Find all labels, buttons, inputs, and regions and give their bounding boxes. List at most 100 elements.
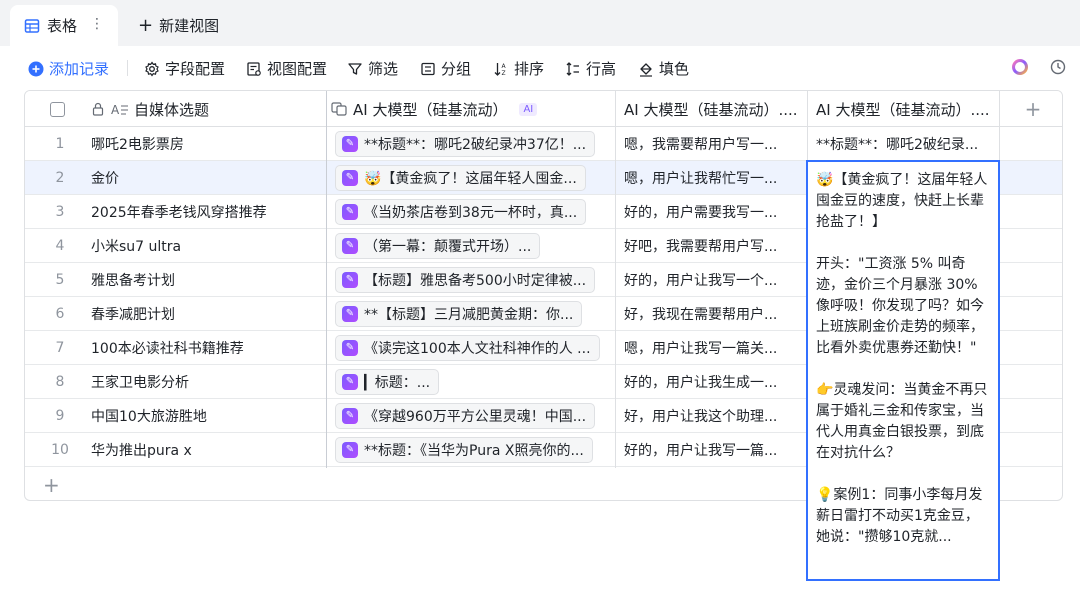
row-number: 4 bbox=[55, 237, 65, 254]
ai-result-chip[interactable]: ✎ **标题：《当华为Pura X照亮你的... bbox=[335, 436, 593, 463]
cell-ai-1[interactable]: ✎ 《读完这100本人文社科神作的人 ... bbox=[335, 331, 610, 364]
cell-ai-1[interactable]: ✎ **标题：《当华为Pura X照亮你的... bbox=[335, 433, 610, 466]
field-config-button[interactable]: 字段配置 bbox=[144, 58, 225, 79]
cell-ai-1[interactable]: ✎ （第一幕：颠覆式开场）... bbox=[335, 229, 610, 262]
cell-ai-2[interactable]: 嗯，用户让我帮忙写一... bbox=[624, 161, 802, 194]
text-field-icon: A bbox=[111, 103, 128, 116]
view-config-button[interactable]: 视图配置 bbox=[246, 58, 327, 79]
row-number: 7 bbox=[55, 339, 65, 356]
cell-ai-1[interactable]: ✎ 《穿越960万平方公里灵魂！中国... bbox=[335, 399, 610, 432]
ai-result-chip[interactable]: ✎ 🤯【黄金疯了！这届年轻人囤金... bbox=[335, 164, 586, 191]
column-header-ai-2[interactable]: AI 大模型（硅基流动）.... bbox=[624, 91, 804, 127]
column-header-ai-1[interactable]: AI 大模型（硅基流动） AI bbox=[331, 91, 615, 127]
ai-result-chip[interactable]: ✎ ▎标题：... bbox=[335, 368, 440, 395]
ai-generate-icon: ✎ bbox=[342, 203, 358, 220]
ai-generate-icon: ✎ bbox=[342, 271, 358, 288]
cell-ai-2[interactable]: 好的，用户让我写一篇... bbox=[624, 433, 802, 466]
add-record-button[interactable]: 添加记录 bbox=[28, 58, 109, 79]
cell-topic[interactable]: 雅思备考计划 bbox=[91, 263, 321, 296]
history-icon[interactable] bbox=[1049, 58, 1067, 76]
cell-topic[interactable]: 金价 bbox=[91, 161, 321, 194]
cell-topic[interactable]: 小米su7 ultra bbox=[91, 229, 321, 262]
cell-topic[interactable]: 华为推出pura x bbox=[91, 433, 321, 466]
ai-result-chip[interactable]: ✎ 《穿越960万平方公里灵魂！中国... bbox=[335, 402, 596, 429]
cell-ai-2[interactable]: 嗯，用户让我写一篇关... bbox=[624, 331, 802, 364]
cell-ai-3[interactable]: **标题**：哪吒2破纪录... bbox=[816, 127, 996, 160]
add-record-label: 添加记录 bbox=[49, 60, 110, 78]
cell-topic[interactable]: 中国10大旅游胜地 bbox=[91, 399, 321, 432]
row-height-icon bbox=[566, 61, 579, 76]
ai-generate-icon: ✎ bbox=[342, 237, 358, 254]
lock-icon bbox=[92, 102, 104, 116]
ai-result-text: 《读完这100本人文社科神作的人 ... bbox=[364, 340, 591, 357]
tab-table-view[interactable]: 表格 ⋮ bbox=[10, 5, 118, 46]
cell-ai-1[interactable]: ✎ 【标题】雅思备考500小时定律被... bbox=[335, 263, 610, 296]
expanded-cell-editor[interactable]: 🤯【黄金疯了！这届年轻人囤金豆的速度，快赶上长辈抢盐了！】 开头："工资涨 5%… bbox=[806, 160, 1000, 581]
cell-ai-1[interactable]: ✎ 《当奶茶店卷到38元一杯时，真... bbox=[335, 195, 610, 228]
tab-label: 表格 bbox=[47, 17, 78, 35]
ai-assistant-icon[interactable] bbox=[1011, 58, 1029, 76]
cell-topic[interactable]: 2025年春季老钱风穿搭推荐 bbox=[91, 195, 321, 228]
ai-result-text: **标题：《当华为Pura X照亮你的... bbox=[364, 442, 584, 459]
expanded-cell-paragraph: 开头："工资涨 5% 叫奇迹，金价三个月暴涨 30% 像呼吸！你发现了吗？如今上… bbox=[816, 256, 984, 356]
ai-result-text: ▎标题：... bbox=[364, 374, 431, 391]
sort-button[interactable]: A Z 排序 bbox=[493, 58, 544, 79]
cell-ai-2[interactable]: 嗯，我需要帮用户写一... bbox=[624, 127, 802, 160]
cell-ai-2[interactable]: 好的，用户让我生成一... bbox=[624, 365, 802, 398]
group-label: 分组 bbox=[441, 60, 472, 78]
svg-text:A: A bbox=[111, 103, 120, 116]
ai-result-chip[interactable]: ✎ 《读完这100本人文社科神作的人 ... bbox=[335, 334, 600, 361]
column-title: AI 大模型（硅基流动）.... bbox=[624, 100, 798, 119]
ai-result-text: **标题**：哪吒2破纪录冲37亿！... bbox=[364, 136, 587, 153]
field-config-label: 字段配置 bbox=[165, 60, 226, 78]
column-header-ai-3[interactable]: AI 大模型（硅基流动）.... bbox=[816, 91, 996, 127]
select-all-checkbox[interactable] bbox=[50, 91, 70, 127]
row-number: 8 bbox=[55, 373, 65, 390]
toolbar-divider bbox=[127, 60, 128, 76]
ai-result-chip[interactable]: ✎ **【标题】三月减肥黄金期：你... bbox=[335, 300, 583, 327]
cell-topic[interactable]: 100本必读社科书籍推荐 bbox=[91, 331, 321, 364]
ai-result-text: 🤯【黄金疯了！这届年轻人囤金... bbox=[364, 170, 577, 187]
new-view-button[interactable]: + 新建视图 bbox=[138, 15, 219, 36]
gear-icon bbox=[145, 60, 159, 77]
more-vertical-icon[interactable]: ⋮ bbox=[90, 16, 104, 32]
ai-result-chip[interactable]: ✎ 《当奶茶店卷到38元一杯时，真... bbox=[335, 198, 587, 225]
ai-badge: AI bbox=[519, 102, 538, 116]
cell-topic[interactable]: 春季减肥计划 bbox=[91, 297, 321, 330]
view-tab-bar: 表格 ⋮ + 新建视图 bbox=[0, 0, 1080, 46]
ai-result-chip[interactable]: ✎ 【标题】雅思备考500小时定律被... bbox=[335, 266, 596, 293]
ai-field-icon bbox=[331, 102, 347, 116]
row-number: 1 bbox=[55, 135, 65, 152]
row-number: 5 bbox=[55, 271, 65, 288]
cell-ai-2[interactable]: 好，用户让我这个助理... bbox=[624, 399, 802, 432]
row-number: 9 bbox=[55, 407, 65, 424]
cell-topic[interactable]: 王家卫电影分析 bbox=[91, 365, 321, 398]
row-number: 6 bbox=[55, 305, 65, 322]
cell-ai-1[interactable]: ✎ **【标题】三月减肥黄金期：你... bbox=[335, 297, 610, 330]
group-button[interactable]: 分组 bbox=[420, 58, 471, 79]
cell-ai-2[interactable]: 好，我现在需要帮用户... bbox=[624, 297, 802, 330]
table-row[interactable]: 1 哪吒2电影票房 ✎ **标题**：哪吒2破纪录冲37亿！... 嗯，我需要帮用户写一… bbox=[25, 127, 1062, 161]
cell-ai-1[interactable]: ✎ ▎标题：... bbox=[335, 365, 610, 398]
cell-ai-1[interactable]: ✎ **标题**：哪吒2破纪录冲37亿！... bbox=[335, 127, 610, 160]
cell-ai-2[interactable]: 好的，用户需要我写一... bbox=[624, 195, 802, 228]
fill-color-button[interactable]: 填色 bbox=[638, 58, 689, 79]
add-column-button[interactable]: + bbox=[1021, 91, 1045, 127]
ai-result-chip[interactable]: ✎ **标题**：哪吒2破纪录冲37亿！... bbox=[335, 130, 596, 157]
cell-topic[interactable]: 哪吒2电影票房 bbox=[91, 127, 321, 160]
svg-text:Z: Z bbox=[502, 70, 506, 77]
add-row-button[interactable]: + bbox=[43, 475, 60, 495]
plus-circle-icon bbox=[28, 61, 44, 76]
ai-result-text: **【标题】三月减肥黄金期：你... bbox=[364, 306, 574, 323]
ai-generate-icon: ✎ bbox=[342, 407, 358, 424]
cell-ai-1[interactable]: ✎ 🤯【黄金疯了！这届年轻人囤金... bbox=[335, 161, 610, 194]
row-height-button[interactable]: 行高 bbox=[565, 58, 616, 79]
filter-button[interactable]: 筛选 bbox=[347, 58, 398, 79]
ai-generate-icon: ✎ bbox=[342, 305, 358, 322]
ai-result-chip[interactable]: ✎ （第一幕：颠覆式开场）... bbox=[335, 232, 541, 259]
cell-ai-2[interactable]: 好的，用户让我写一个... bbox=[624, 263, 802, 296]
cell-ai-2[interactable]: 好吧，我需要帮用户写... bbox=[624, 229, 802, 262]
group-icon bbox=[421, 62, 435, 75]
filter-label: 筛选 bbox=[368, 60, 399, 78]
column-header-primary[interactable]: A 自媒体选题 bbox=[91, 91, 326, 127]
